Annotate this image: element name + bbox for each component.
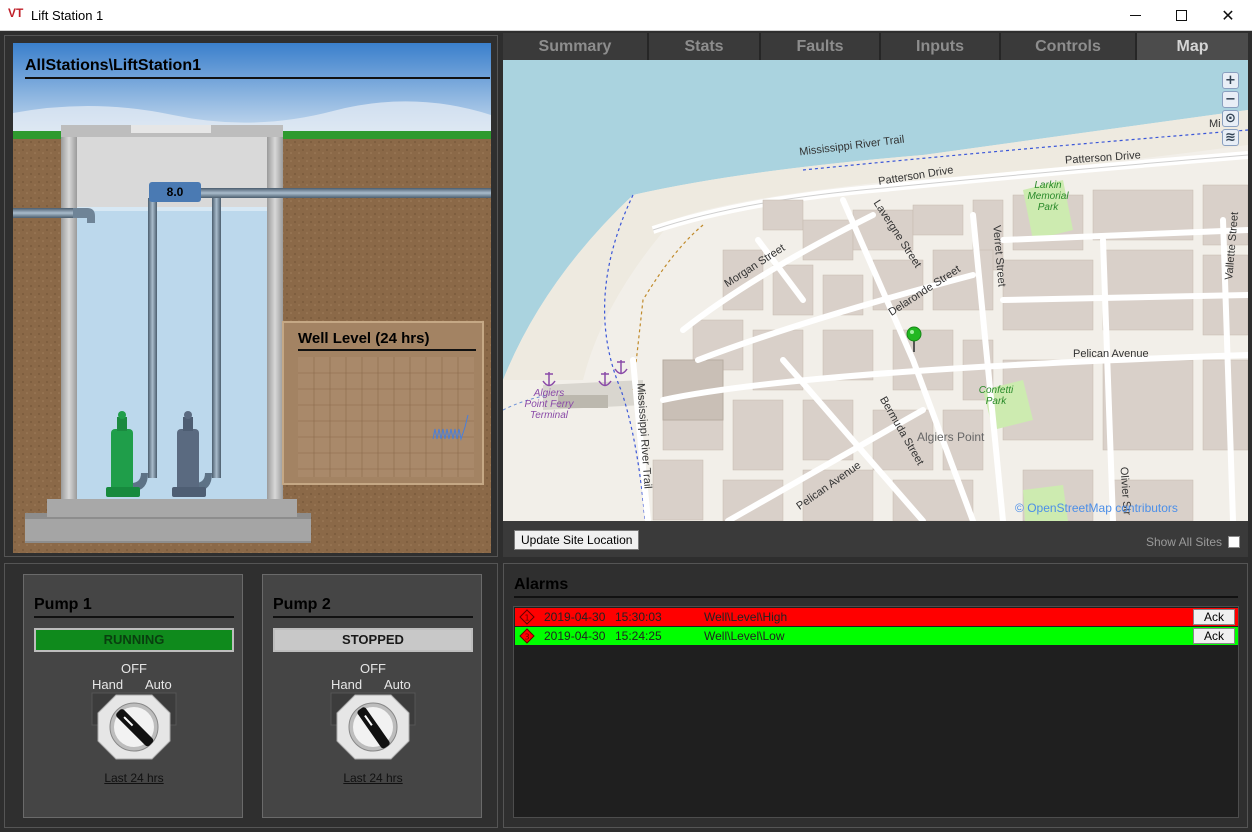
show-all-sites-checkbox[interactable] (1228, 536, 1240, 548)
tab-faults[interactable]: Faults (761, 33, 881, 60)
map-toolbar: Update Site Location Show All Sites (503, 521, 1248, 557)
pump-1-card: Pump 1 RUNNING OFF Hand Auto Last 24 hrs (23, 574, 243, 818)
alarm-row[interactable]: 1 2019-04-30 15:30:03 Well\Level\High Ac… (515, 608, 1238, 626)
svg-text:3: 3 (524, 633, 529, 642)
alarm-description: Well\Level\Low (704, 629, 785, 643)
ferry-terminal-label: Algiers Point Ferry Terminal (524, 388, 574, 421)
update-site-location-button[interactable]: Update Site Location (514, 530, 640, 550)
neighborhood-label: Algiers Point (917, 430, 985, 444)
maximize-icon (1175, 10, 1187, 21)
pump-2-card: Pump 2 STOPPED OFF Hand Auto Last 24 hrs (262, 574, 482, 818)
station-panel: AllStations\LiftStation1 8.0 Well Level … (4, 35, 498, 557)
map-canvas (503, 60, 1248, 521)
well-level-indicator: 8.0 (149, 182, 201, 202)
layers-icon: ≋ (1225, 130, 1236, 145)
tab-controls[interactable]: Controls (1001, 33, 1137, 60)
show-all-sites-option[interactable]: Show All Sites (1146, 535, 1240, 549)
osm-link[interactable]: OpenStreetMap contributors (1027, 501, 1178, 515)
locate-button[interactable]: ⊙ (1222, 110, 1239, 127)
tab-stats[interactable]: Stats (649, 33, 761, 60)
zoom-out-button[interactable]: − (1222, 91, 1239, 108)
maximize-button[interactable] (1158, 0, 1204, 31)
tab-summary[interactable]: Summary (503, 33, 649, 60)
minimize-button[interactable] (1112, 0, 1158, 31)
alarms-panel: Alarms 1 2019-04-30 15:30:03 Well\Level\… (503, 563, 1248, 828)
alarm-date: 2019-04-30 (544, 629, 606, 643)
selector-switch-icon (330, 692, 416, 760)
hand-off-auto-switch[interactable]: OFF Hand Auto (329, 661, 417, 763)
zoom-in-button[interactable]: + (1222, 72, 1239, 89)
tab-inputs[interactable]: Inputs (881, 33, 1001, 60)
ack-button[interactable]: Ack (1193, 628, 1235, 644)
layers-button[interactable]: ≋ (1222, 129, 1239, 146)
station-title: AllStations\LiftStation1 (25, 57, 490, 79)
ack-button[interactable]: Ack (1193, 609, 1235, 625)
pump-title: Pump 1 (34, 596, 234, 618)
main-frame: AllStations\LiftStation1 8.0 Well Level … (0, 31, 1252, 832)
pump-history-link[interactable]: Last 24 hrs (263, 771, 483, 785)
app-logo: VT (8, 6, 24, 20)
hand-off-auto-switch[interactable]: OFF Hand Auto (90, 661, 178, 763)
map-attribution: © OpenStreetMap contributors (1015, 501, 1178, 515)
svg-text:1: 1 (524, 614, 529, 623)
street-label: Mi (1209, 118, 1221, 130)
map-view[interactable]: Mississippi River Trail Patterson Drive … (503, 60, 1248, 521)
selector-switch-icon (91, 692, 177, 760)
pump-history-link[interactable]: Last 24 hrs (24, 771, 244, 785)
street-label: Pelican Avenue (1073, 348, 1149, 360)
park-label: Confetti Park (978, 385, 1014, 407)
alarm-date: 2019-04-30 (544, 610, 606, 624)
title-bar: VT Lift Station 1 ✕ (0, 0, 1252, 31)
pump-status-badge: RUNNING (34, 628, 234, 652)
alarm-time: 15:30:03 (615, 610, 662, 624)
alarm-severity-icon: 3 (519, 628, 535, 644)
close-button[interactable]: ✕ (1205, 0, 1251, 31)
alarm-severity-icon: 1 (519, 609, 535, 625)
park-label: Larkin Memorial Park (1027, 180, 1069, 213)
alarm-description: Well\Level\High (704, 610, 788, 624)
alarm-time: 15:24:25 (615, 629, 662, 643)
alarms-title: Alarms (514, 576, 1238, 598)
minimize-icon (1129, 15, 1141, 16)
close-icon: ✕ (1221, 6, 1235, 25)
tab-map[interactable]: Map (1137, 33, 1248, 60)
well-level-chart-title: Well Level (24 hrs) (298, 330, 476, 351)
lift-station-graphic (13, 43, 491, 553)
tab-bar: Summary Stats Faults Inputs Controls Map (503, 33, 1248, 60)
show-all-sites-label: Show All Sites (1145, 535, 1222, 549)
window-title: Lift Station 1 (31, 8, 104, 23)
pump-status-badge: STOPPED (273, 628, 473, 652)
alarm-row[interactable]: 3 2019-04-30 15:24:25 Well\Level\Low Ack (515, 627, 1238, 645)
alarm-list: 1 2019-04-30 15:30:03 Well\Level\High Ac… (513, 606, 1239, 818)
locate-icon: ⊙ (1225, 111, 1236, 126)
pumps-panel: Pump 1 RUNNING OFF Hand Auto Last 24 hrs… (4, 563, 498, 828)
pump-title: Pump 2 (273, 596, 473, 618)
well-level-chart (298, 357, 474, 477)
